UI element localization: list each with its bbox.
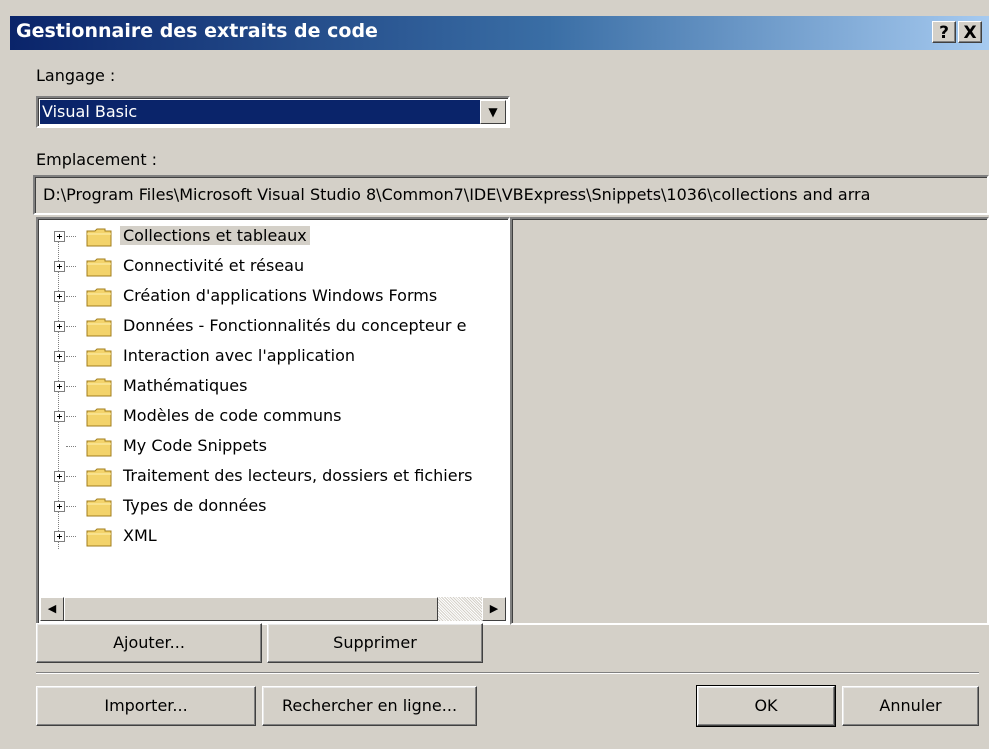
expand-icon[interactable]: [54, 381, 65, 392]
folder-icon: [86, 227, 112, 247]
tree-item-label: My Code Snippets: [123, 436, 267, 455]
scroll-left-button[interactable]: ◀: [40, 597, 64, 621]
expand-icon[interactable]: [54, 411, 65, 422]
ok-button[interactable]: OK: [696, 685, 836, 727]
expand-icon[interactable]: [54, 261, 65, 272]
tree-item-label: Collections et tableaux: [120, 226, 310, 245]
expand-icon[interactable]: [54, 471, 65, 482]
folder-icon: [86, 377, 112, 397]
tree-branch-line: [66, 416, 76, 417]
tree-branch-line: [66, 446, 76, 447]
language-selected-value: Visual Basic: [40, 100, 480, 124]
folder-icon: [86, 437, 112, 457]
expand-icon[interactable]: [54, 351, 65, 362]
location-label: Emplacement :: [36, 150, 158, 169]
tree-branch-line: [66, 296, 76, 297]
help-button[interactable]: ?: [932, 21, 956, 43]
close-button[interactable]: X: [958, 21, 982, 43]
expand-icon[interactable]: [54, 231, 65, 242]
tree-branch-line: [66, 266, 76, 267]
tree-branch-line: [66, 326, 76, 327]
tree-branch-line: [66, 476, 76, 477]
horizontal-scrollbar[interactable]: ◀ ▶: [40, 597, 506, 621]
tree-item-label: Types de données: [123, 496, 267, 515]
tree-branch-line: [66, 356, 76, 357]
tree-item-label: Modèles de code communs: [123, 406, 342, 425]
search-online-button[interactable]: Rechercher en ligne...: [262, 686, 477, 726]
tree-branch-line: [66, 386, 76, 387]
title-bar: Gestionnaire des extraits de code ? X: [10, 16, 989, 50]
folder-icon: [86, 257, 112, 277]
tree-item-label: Données - Fonctionnalités du concepteur …: [123, 316, 467, 335]
folder-icon: [86, 527, 112, 547]
snippet-manager-dialog: Gestionnaire des extraits de code ? X La…: [0, 0, 989, 749]
tree-item-label: XML: [123, 526, 157, 545]
expand-icon[interactable]: [54, 501, 65, 512]
language-dropdown[interactable]: Visual Basic ▼: [36, 96, 510, 128]
snippet-description-pane: [510, 217, 989, 625]
expand-icon[interactable]: [54, 321, 65, 332]
scroll-thumb[interactable]: [64, 597, 438, 621]
tree-item-label: Traitement des lecteurs, dossiers et fic…: [123, 466, 473, 485]
tree-branch-line: [66, 236, 76, 237]
dropdown-arrow-icon: ▼: [488, 105, 498, 119]
close-icon: X: [963, 23, 977, 43]
scroll-track[interactable]: [438, 597, 482, 621]
tree-item-label: Interaction avec l'application: [123, 346, 355, 365]
remove-button[interactable]: Supprimer: [267, 623, 483, 663]
tree-item-label: Connectivité et réseau: [123, 256, 305, 275]
folder-icon: [86, 287, 112, 307]
help-icon: ?: [939, 23, 949, 43]
scroll-right-icon: ▶: [489, 602, 499, 615]
tree-item-label: Création d'applications Windows Forms: [123, 286, 438, 305]
folder-icon: [86, 347, 112, 367]
scroll-left-icon: ◀: [47, 602, 57, 615]
folder-icon: [86, 467, 112, 487]
window-title: Gestionnaire des extraits de code: [16, 20, 378, 42]
location-path-field[interactable]: D:\Program Files\Microsoft Visual Studio…: [33, 175, 989, 215]
folder-icon: [86, 407, 112, 427]
language-label: Langage :: [36, 66, 116, 85]
scroll-right-button[interactable]: ▶: [482, 597, 506, 621]
folder-icon: [86, 317, 112, 337]
expand-icon[interactable]: [54, 291, 65, 302]
snippet-folder-tree[interactable]: Collections et tableaux Connectivité et r…: [36, 217, 510, 625]
folder-icon: [86, 497, 112, 517]
add-button[interactable]: Ajouter...: [36, 623, 262, 663]
dropdown-button[interactable]: ▼: [480, 100, 506, 124]
import-button[interactable]: Importer...: [36, 686, 256, 726]
cancel-button[interactable]: Annuler: [842, 686, 979, 726]
expand-icon[interactable]: [54, 531, 65, 542]
tree-item-label: Mathématiques: [123, 376, 248, 395]
tree-branch-line: [66, 506, 76, 507]
tree-branch-line: [66, 536, 76, 537]
separator: [36, 672, 979, 674]
